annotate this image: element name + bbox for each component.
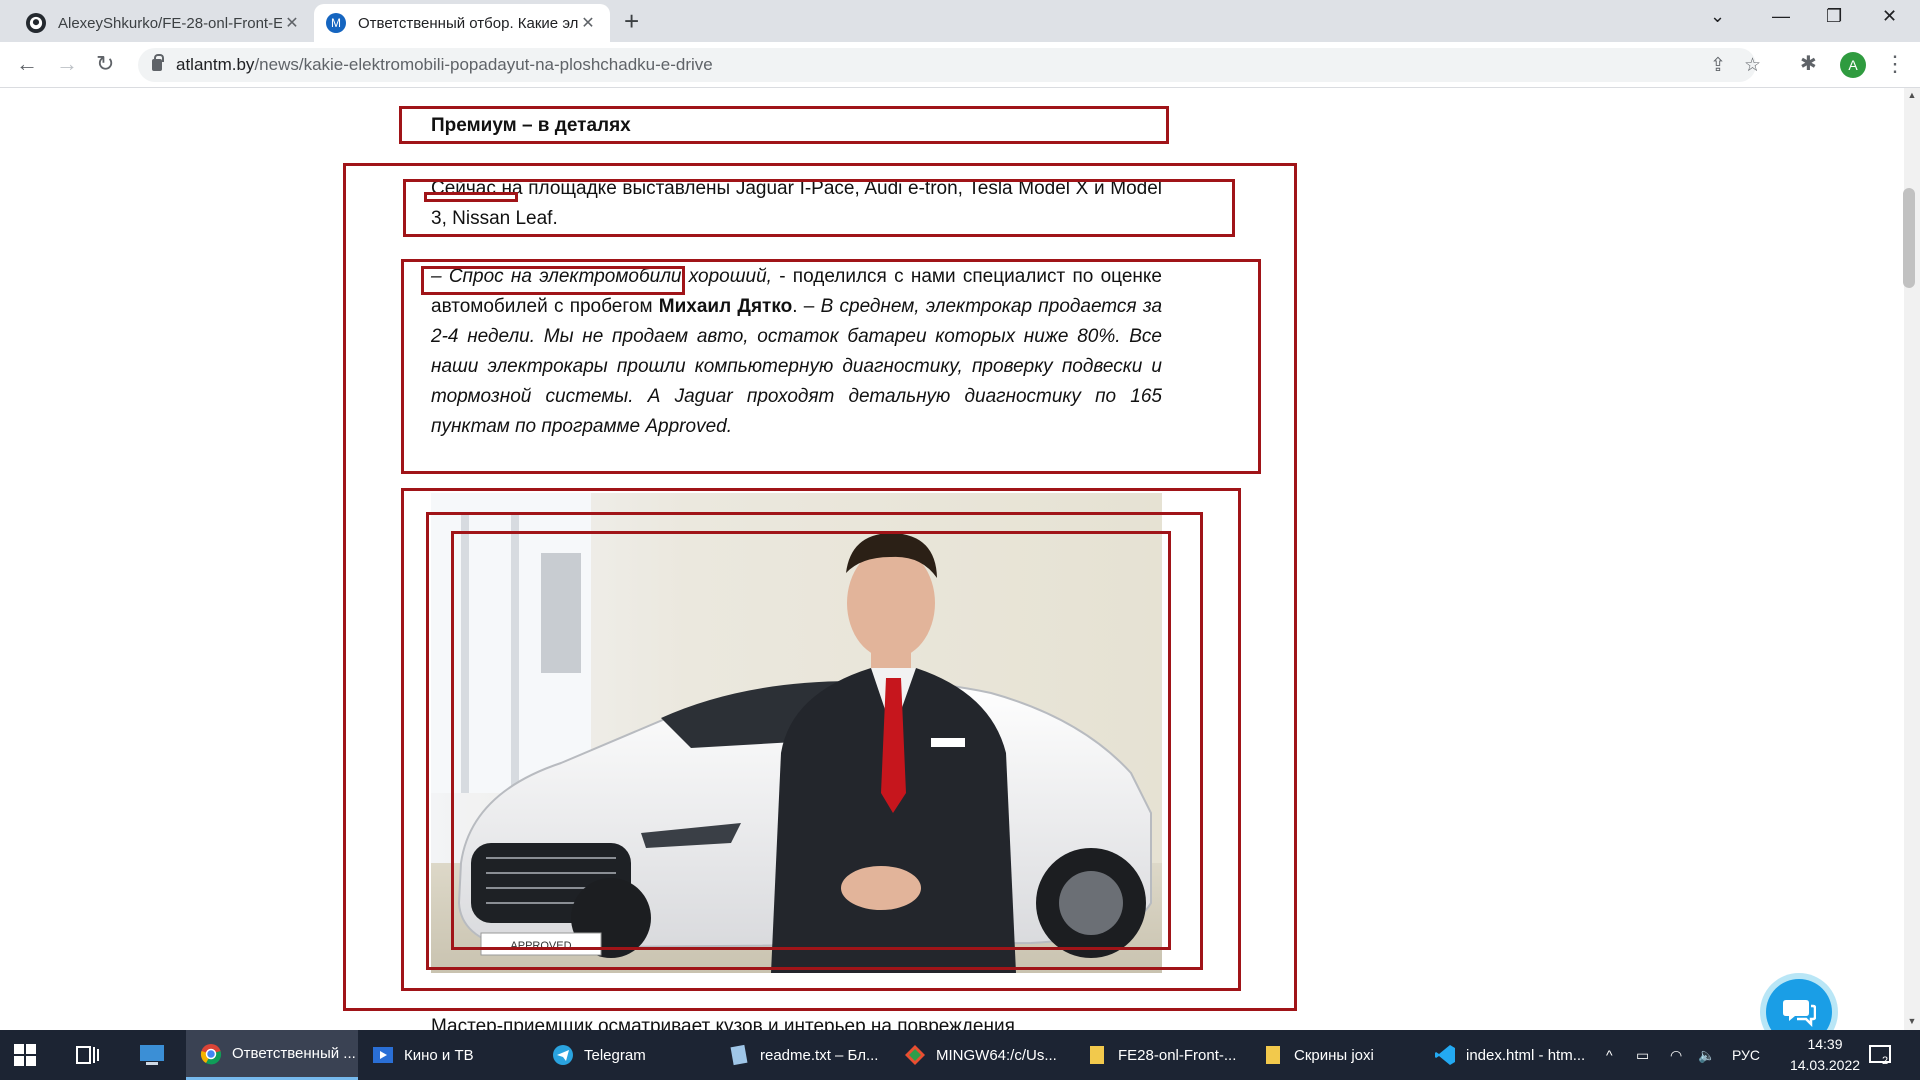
chat-widget-button[interactable] (1760, 973, 1838, 1030)
taskbar-item-chrome[interactable]: Ответственный ... (186, 1030, 358, 1080)
tab-title: Ответственный отбор. Какие эл (358, 14, 578, 32)
chrome-icon (200, 1043, 222, 1064)
taskbar-item-telegram[interactable]: Telegram (552, 1030, 702, 1080)
plate-text: APPROVED (510, 940, 571, 952)
chat-icon (1766, 979, 1832, 1030)
windows-taskbar: Ответственный ... Кино и ТВ Telegram rea… (0, 1030, 1920, 1080)
git-bash-icon (905, 1045, 925, 1065)
taskbar-item-git-bash[interactable]: MINGW64:/c/Us... (904, 1030, 1064, 1080)
notification-icon (1869, 1045, 1891, 1063)
computer-icon (140, 1045, 164, 1065)
profile-avatar[interactable]: A (1840, 52, 1866, 78)
menu-kebab-icon[interactable]: ⋮ (1884, 52, 1906, 76)
clock-date: 14.03.2022 (1789, 1057, 1861, 1073)
site-favicon-icon: M (326, 13, 346, 33)
tab-strip: AlexeyShkurko/FE-28-onl-Front-E ✕ M Отве… (0, 0, 1920, 42)
task-view-button[interactable] (76, 1030, 100, 1080)
wifi-icon[interactable]: ◠ (1670, 1030, 1682, 1080)
taskbar-item-label: Скрины joxi (1294, 1046, 1374, 1064)
notepad-icon (730, 1044, 748, 1066)
minimize-button[interactable]: — (1772, 6, 1790, 27)
scroll-down-arrow-icon[interactable]: ▼ (1904, 1016, 1920, 1026)
volume-icon[interactable]: 🔈 (1698, 1030, 1715, 1080)
article-paragraph-cutoff: Мастер-приемщик осматривает кузов и инте… (431, 1016, 1015, 1030)
browser-toolbar: ← → ↻ atlantm.by/news/kakie-elektromobil… (0, 42, 1920, 88)
share-icon[interactable]: ⇪ (1710, 54, 1726, 77)
maximize-button[interactable]: ❐ (1826, 6, 1842, 27)
battery-icon[interactable]: ▭ (1636, 1030, 1649, 1080)
tab-search-icon[interactable]: ⌄ (1710, 6, 1725, 27)
taskbar-item-label: Кино и ТВ (404, 1046, 474, 1064)
forward-button[interactable]: → (56, 52, 78, 76)
telegram-icon (553, 1045, 573, 1065)
movies-icon (373, 1047, 393, 1063)
system-clock[interactable]: 14:39 14.03.2022 (1770, 1034, 1880, 1076)
task-view-icon (76, 1046, 99, 1064)
taskbar-item-folder[interactable]: FE28-onl-Front-... (1086, 1030, 1236, 1080)
tab-atlantm[interactable]: M Ответственный отбор. Какие эл ✕ (314, 4, 610, 42)
taskbar-item-label: index.html - htm... (1466, 1046, 1586, 1064)
vscode-icon (1435, 1045, 1455, 1065)
taskbar-item-label: MINGW64:/c/Us... (936, 1046, 1057, 1064)
taskbar-item-label: FE28-onl-Front-... (1118, 1046, 1237, 1064)
address-bar[interactable]: atlantm.by/news/kakie-elektromobili-popa… (138, 48, 1761, 82)
taskbar-item-vscode[interactable]: index.html - htm... (1434, 1030, 1594, 1080)
clock-time: 14:39 (1807, 1036, 1843, 1052)
web-page: Премиум – в деталях Сейчас на площадке в… (0, 88, 1904, 1030)
taskbar-item-label: Ответственный ... (232, 1045, 356, 1062)
url-host: atlantm.by (176, 55, 255, 74)
photo-showroom-image: APPROVED (431, 493, 1162, 973)
quote-paragraph: – Спрос на электромобили хороший, - поде… (431, 262, 1162, 442)
close-tab-icon[interactable]: ✕ (578, 13, 598, 33)
close-window-button[interactable]: ✕ (1882, 6, 1897, 27)
language-indicator[interactable]: РУС (1732, 1030, 1760, 1080)
article-paragraph: Сейчас на площадке выставлены Jaguar I-P… (431, 178, 1162, 229)
windows-logo-icon (14, 1044, 36, 1066)
scroll-up-arrow-icon[interactable]: ▲ (1904, 90, 1920, 100)
taskbar-item-label: readme.txt – Бл... (760, 1046, 879, 1064)
quote-italic: – Спрос на электромобили хороший, (431, 266, 772, 287)
scrollbar-thumb[interactable] (1903, 188, 1915, 288)
folder-icon (1090, 1046, 1104, 1064)
tab-title: AlexeyShkurko/FE-28-onl-Front-E (58, 14, 282, 32)
taskbar-item-notepad[interactable]: readme.txt – Бл... (728, 1030, 888, 1080)
back-button[interactable]: ← (16, 52, 38, 76)
extensions-puzzle-icon[interactable]: ✱ (1800, 52, 1817, 76)
close-tab-icon[interactable]: ✕ (282, 13, 302, 33)
tab-github[interactable]: AlexeyShkurko/FE-28-onl-Front-E ✕ (14, 4, 314, 42)
expert-name: Михаил Дятко (658, 296, 793, 317)
taskbar-item-label: Telegram (584, 1046, 646, 1064)
tray-overflow-icon[interactable]: ^ (1606, 1030, 1613, 1080)
taskbar-item-folder[interactable]: Скрины joxi (1262, 1030, 1412, 1080)
quote-text: . – (792, 296, 821, 317)
lock-icon[interactable] (152, 54, 164, 71)
url-path: /news/kakie-elektromobili-popadayut-na-p… (254, 55, 713, 74)
notification-center-button[interactable]: 2 (1868, 1030, 1900, 1080)
article-subheading: Премиум – в деталях (431, 115, 631, 136)
notification-count: 2 (1882, 1055, 1889, 1067)
new-tab-button[interactable]: + (624, 8, 639, 34)
github-icon (26, 13, 46, 33)
start-button[interactable] (14, 1030, 36, 1080)
bookmark-star-icon[interactable]: ☆ (1744, 54, 1761, 77)
folder-icon (1266, 1046, 1280, 1064)
quote-italic: В среднем, электрокар продается за 2-4 н… (431, 296, 1163, 437)
reload-button[interactable]: ↻ (96, 52, 114, 76)
taskbar-item-movies[interactable]: Кино и ТВ (372, 1030, 522, 1080)
article-photo: APPROVED (431, 493, 1162, 973)
pinned-app[interactable] (138, 1030, 166, 1080)
